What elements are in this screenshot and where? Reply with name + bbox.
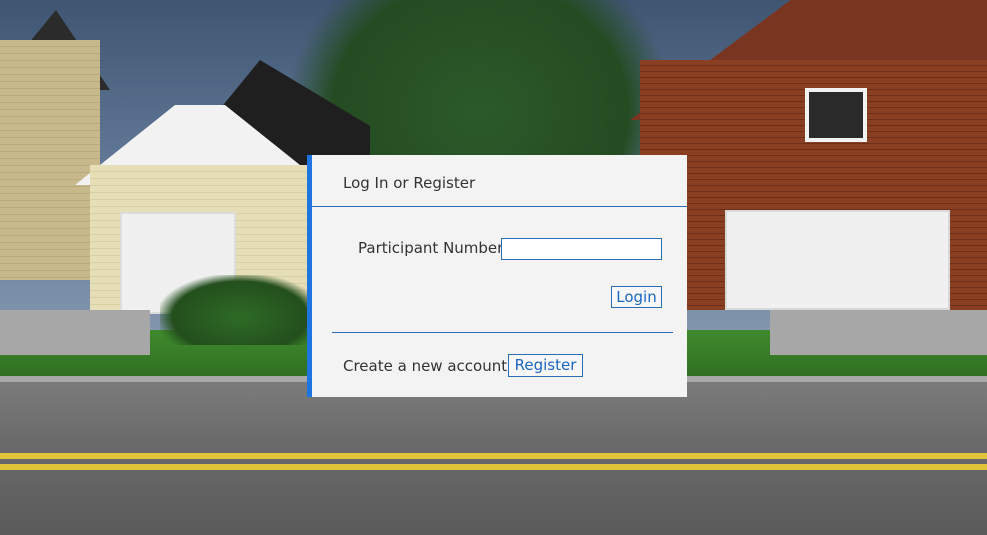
participant-number-label: Participant Number [358,239,504,257]
road-line [0,453,987,459]
window [805,88,867,142]
login-button[interactable]: Login [611,286,662,308]
login-dialog: Log In or Register Participant Number Lo… [307,155,687,397]
house-left [0,40,100,280]
road [0,382,987,535]
divider [312,206,687,207]
dialog-title: Log In or Register [343,174,476,192]
road-line [0,464,987,470]
register-button[interactable]: Register [508,354,583,377]
create-account-label: Create a new account: [343,357,513,375]
shrubs [160,275,320,345]
divider [332,332,673,333]
participant-number-input[interactable] [501,238,662,260]
driveway [0,310,150,355]
driveway [770,310,987,355]
garage-door [725,210,950,310]
